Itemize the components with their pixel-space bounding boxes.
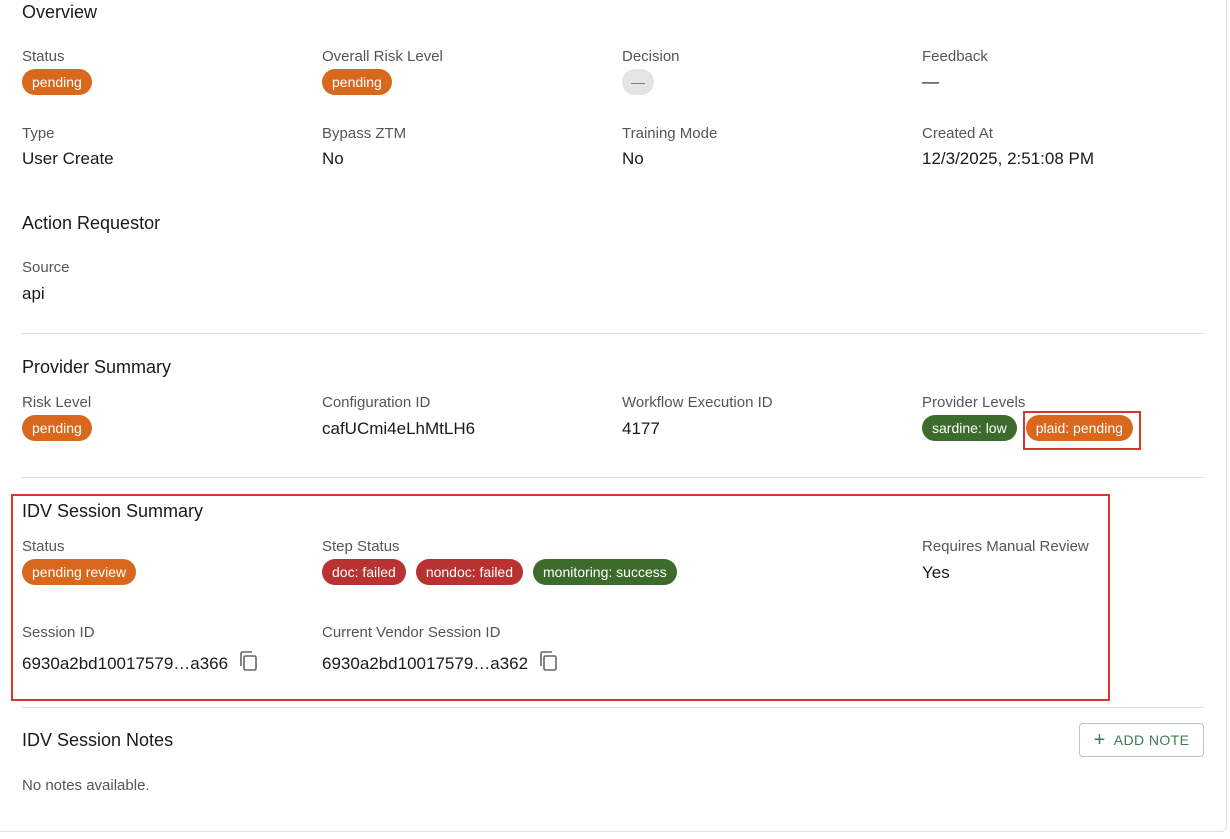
bypass-ztm-label: Bypass ZTM [322, 125, 407, 142]
status-badge: pending [22, 69, 92, 95]
source-value: api [22, 284, 45, 303]
step-status-label: Step Status [322, 538, 400, 555]
bypass-ztm-value: No [322, 149, 344, 168]
workflow-execution-id-label: Workflow Execution ID [622, 394, 773, 411]
source-label: Source [22, 259, 70, 276]
copy-vendor-session-id-icon[interactable] [538, 650, 558, 677]
training-mode-value: No [622, 149, 644, 168]
configuration-id-value: cafUCmi4eLhMtLH6 [322, 419, 476, 438]
action-requestor-title: Action Requestor [22, 213, 161, 233]
step-doc-badge: doc: failed [322, 559, 406, 585]
risk-level-badge: pending [22, 415, 92, 441]
status-label: Status [22, 48, 65, 65]
training-mode-label: Training Mode [622, 125, 718, 142]
session-detail-card: Overview Status pending Overall Risk Lev… [0, 0, 1227, 832]
idv-session-notes-title: IDV Session Notes [22, 730, 174, 750]
decision-label: Decision [622, 48, 680, 65]
step-status-list: doc: failed nondoc: failed monitoring: s… [322, 559, 677, 585]
plus-icon: + [1093, 729, 1106, 751]
provider-levels-label: Provider Levels [922, 394, 1026, 411]
add-note-label: ADD NOTE [1113, 732, 1190, 748]
created-at-value: 12/3/2025, 2:51:08 PM [922, 149, 1095, 168]
overall-risk-badge: pending [322, 69, 392, 95]
requires-manual-review-label: Requires Manual Review [922, 538, 1089, 555]
type-label: Type [22, 125, 55, 142]
workflow-execution-id-value: 4177 [622, 419, 660, 438]
idv-status-label: Status [22, 538, 65, 555]
plaid-highlight-box [1023, 411, 1141, 450]
type-value: User Create [22, 149, 114, 168]
decision-badge: — [622, 69, 654, 95]
configuration-id-label: Configuration ID [322, 394, 431, 411]
no-notes-message: No notes available. [22, 777, 150, 794]
overall-risk-label: Overall Risk Level [322, 48, 443, 65]
copy-session-id-icon[interactable] [238, 650, 258, 677]
divider [22, 333, 1204, 334]
provider-level-sardine-badge: sardine: low [922, 415, 1017, 441]
step-monitoring-badge: monitoring: success [533, 559, 677, 585]
session-id-label: Session ID [22, 624, 95, 641]
feedback-value: — [922, 72, 939, 91]
requires-manual-review-value: Yes [922, 563, 950, 582]
divider [22, 707, 1204, 708]
idv-status-badge: pending review [22, 559, 137, 585]
risk-level-label: Risk Level [22, 394, 92, 411]
feedback-label: Feedback [922, 48, 988, 65]
step-nondoc-badge: nondoc: failed [415, 559, 524, 585]
provider-summary-title: Provider Summary [22, 357, 172, 377]
idv-session-summary-title: IDV Session Summary [22, 501, 204, 521]
overview-title: Overview [22, 2, 98, 22]
current-vendor-session-id-label: Current Vendor Session ID [322, 624, 501, 641]
created-at-label: Created At [922, 125, 993, 142]
session-id-value: 6930a2bd10017579…a366 [22, 653, 229, 673]
current-vendor-session-id-value: 6930a2bd10017579…a362 [322, 653, 529, 673]
divider [22, 477, 1204, 478]
add-note-button[interactable]: + ADD NOTE [1079, 723, 1204, 757]
